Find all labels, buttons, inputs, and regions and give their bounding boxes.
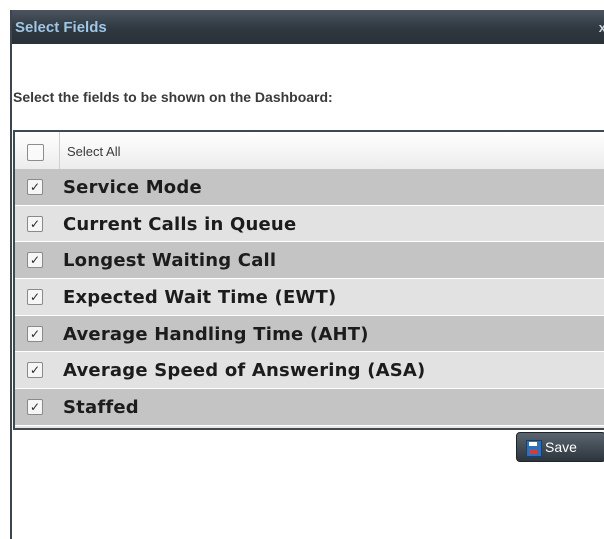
field-label: Expected Wait Time (EWT) — [63, 287, 337, 309]
field-label: Staffed — [63, 397, 139, 419]
select-all-checkbox[interactable] — [27, 144, 44, 161]
dialog-title: Select Fields — [15, 19, 107, 36]
field-row-longest-waiting-call[interactable]: ✓ Longest Waiting Call — [15, 242, 604, 280]
field-label: Current Calls in Queue — [63, 213, 297, 235]
field-row-average-handling-time[interactable]: ✓ Average Handling Time (AHT) — [15, 315, 604, 353]
field-row-staffed[interactable]: ✓ Staffed — [15, 389, 604, 426]
close-icon[interactable]: x — [599, 20, 604, 35]
instruction-text: Select the fields to be shown on the Das… — [13, 89, 333, 105]
field-row-expected-wait-time[interactable]: ✓ Expected Wait Time (EWT) — [15, 279, 604, 316]
field-label: Service Mode — [63, 177, 202, 198]
check-icon[interactable]: ✓ — [27, 325, 43, 342]
header-divider — [59, 132, 60, 169]
select-all-label[interactable]: Select All — [67, 144, 120, 159]
field-label: Average Speed of Answering (ASA) — [63, 360, 426, 382]
fields-list: Select All ✓ Service Mode ✓ Current Call… — [13, 130, 604, 430]
field-row-average-speed-of-answering[interactable]: ✓ Average Speed of Answering (ASA) — [15, 352, 604, 390]
check-icon[interactable]: ✓ — [27, 252, 43, 269]
check-icon[interactable]: ✓ — [27, 289, 43, 306]
save-button[interactable]: Save — [516, 432, 604, 462]
save-label: Save — [545, 439, 577, 455]
field-rows: ✓ Service Mode ✓ Current Calls in Queue … — [15, 169, 604, 426]
check-icon[interactable]: ✓ — [27, 362, 43, 379]
field-row-current-calls-in-queue[interactable]: ✓ Current Calls in Queue — [15, 205, 604, 243]
field-label: Average Handling Time (AHT) — [63, 323, 369, 345]
check-icon[interactable]: ✓ — [27, 215, 43, 232]
dialog-titlebar[interactable]: Select Fields x — [12, 10, 604, 44]
list-header: Select All — [15, 132, 604, 170]
floppy-disk-icon — [526, 440, 542, 457]
field-label: Longest Waiting Call — [63, 250, 277, 272]
check-icon[interactable]: ✓ — [27, 179, 43, 195]
check-icon[interactable]: ✓ — [27, 399, 43, 416]
field-row-service-mode[interactable]: ✓ Service Mode — [15, 169, 604, 206]
